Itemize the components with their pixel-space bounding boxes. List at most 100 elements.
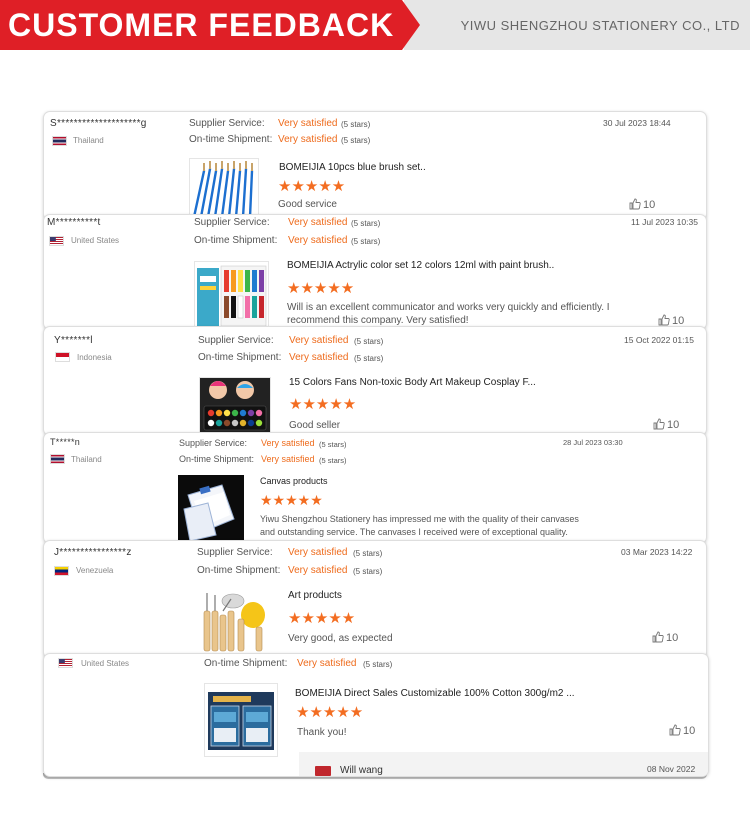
review-card: Y*******l Indonesia Supplier Service: Ve…: [43, 326, 707, 436]
thumbs-up-icon: [658, 314, 670, 326]
product-title[interactable]: BOMEIJIA Direct Sales Customizable 100% …: [295, 688, 575, 699]
venezuela-flag-icon: [54, 566, 69, 576]
header-banner: CUSTOMER FEEDBACK: [0, 0, 420, 50]
thumbs-up-icon: [629, 198, 641, 210]
reply-author: Will wang: [340, 765, 383, 776]
review-date: 03 Mar 2023 14:22: [621, 547, 693, 557]
ontime-shipment-value: Very satisfied: [289, 352, 349, 363]
review-comment: Good seller: [289, 420, 341, 431]
product-title[interactable]: 15 Colors Fans Non-toxic Body Art Makeup…: [289, 377, 536, 388]
rating-stars: ★★★★★: [260, 492, 323, 508]
rating-stars: ★★★★★: [278, 178, 346, 195]
review-date: 15 Oct 2022 01:15: [624, 335, 694, 345]
reviewer-name: S********************g: [50, 118, 147, 129]
ontime-shipment-stars: (5 stars): [341, 136, 371, 145]
supplier-service-label: Supplier Service:: [179, 438, 248, 448]
supplier-service-label: Supplier Service:: [189, 118, 265, 129]
rating-stars: ★★★★★: [288, 610, 356, 627]
supplier-service-stars: (5 stars): [319, 440, 347, 449]
product-image-canvas-boards[interactable]: [178, 475, 244, 541]
review-card: M**********t United States Supplier Serv…: [43, 214, 707, 330]
company-bar: YIWU SHENGZHOU STATIONERY CO., LTD: [404, 0, 750, 50]
product-title[interactable]: BOMEIJIA Actrylic color set 12 colors 12…: [287, 260, 554, 271]
reviewer-name: J****************z: [54, 547, 132, 558]
product-image-watercolor-pads[interactable]: [204, 683, 278, 757]
ontime-shipment-label: On-time Shipment:: [197, 565, 281, 576]
review-comment: Will is an excellent communicator and wo…: [287, 302, 610, 326]
product-image-face-paint-palette[interactable]: [199, 377, 271, 435]
review-card: S********************g Thailand Supplier…: [43, 111, 707, 221]
supplier-service-label: Supplier Service:: [194, 217, 270, 228]
reviewer-name: Y*******l: [54, 335, 93, 346]
supplier-reply: Will wang 08 Nov 2022: [299, 752, 708, 776]
ontime-shipment-stars: (5 stars): [353, 567, 383, 576]
supplier-service-stars: (5 stars): [354, 337, 384, 346]
review-card: T*****n Thailand Supplier Service: Very …: [43, 432, 707, 544]
like-button[interactable]: 10: [652, 631, 678, 644]
ontime-shipment-label: On-time Shipment:: [194, 235, 278, 246]
product-title[interactable]: Art products: [288, 590, 342, 601]
like-button[interactable]: 10: [629, 198, 655, 211]
ontime-shipment-value: Very satisfied: [288, 235, 348, 246]
usa-flag-icon: [49, 236, 64, 246]
supplier-service-stars: (5 stars): [341, 120, 371, 129]
thumbs-up-icon: [652, 631, 664, 643]
reviewer-country: Thailand: [71, 455, 102, 464]
product-image-blue-brushes[interactable]: [189, 158, 259, 218]
review-date: 28 Jul 2023 03:30: [563, 438, 623, 447]
supplier-service-label: Supplier Service:: [198, 335, 274, 346]
thailand-flag-icon: [50, 454, 65, 464]
rating-stars: ★★★★★: [287, 280, 355, 297]
supplier-service-stars: (5 stars): [351, 219, 381, 228]
ontime-shipment-label: On-time Shipment:: [204, 658, 288, 669]
review-comment: Thank you!: [297, 727, 347, 738]
reviewer-country: United States: [81, 659, 130, 668]
thumbs-up-icon: [653, 418, 665, 430]
ontime-shipment-stars: (5 stars): [319, 456, 347, 465]
indonesia-flag-icon: [55, 352, 70, 362]
product-title[interactable]: BOMEIJIA 10pcs blue brush set..: [279, 162, 426, 173]
review-comment: Good service: [278, 199, 337, 210]
ontime-shipment-value: Very satisfied: [278, 134, 338, 145]
review-comment: Very good, as expected: [288, 633, 393, 644]
ontime-shipment-stars: (5 stars): [354, 354, 384, 363]
review-date: 30 Jul 2023 18:44: [603, 118, 671, 128]
rating-stars: ★★★★★: [289, 396, 357, 413]
reviewer-name: T*****n: [50, 437, 81, 447]
like-count: 10: [643, 199, 656, 211]
supplier-service-value: Very satisfied: [261, 438, 315, 448]
like-button[interactable]: 10: [653, 418, 679, 431]
supplier-service-value: Very satisfied: [288, 217, 348, 228]
company-name: YIWU SHENGZHOU STATIONERY CO., LTD: [460, 18, 740, 33]
supplier-service-stars: (5 stars): [353, 549, 383, 558]
usa-flag-icon: [58, 658, 73, 668]
reviewer-country: Venezuela: [76, 566, 114, 575]
supplier-service-value: Very satisfied: [288, 547, 348, 558]
like-count: 10: [667, 419, 680, 431]
review-date: 11 Jul 2023 10:35: [631, 217, 698, 227]
reply-date: 08 Nov 2022: [647, 764, 696, 774]
reviewer-country: United States: [71, 236, 120, 245]
ontime-shipment-value: Very satisfied: [261, 454, 315, 464]
rating-stars: ★★★★★: [296, 704, 364, 721]
reviewer-name: M**********t: [47, 217, 101, 228]
supplier-service-value: Very satisfied: [289, 335, 349, 346]
reviewer-country: Indonesia: [77, 353, 112, 362]
review-card: J****************z Venezuela Supplier Se…: [43, 540, 707, 659]
product-title[interactable]: Canvas products: [260, 476, 328, 486]
reviewer-country: Thailand: [73, 136, 104, 145]
supplier-service-label: Supplier Service:: [197, 547, 273, 558]
supplier-service-value: Very satisfied: [278, 118, 338, 129]
ontime-shipment-label: On-time Shipment:: [189, 134, 273, 145]
like-count: 10: [666, 632, 679, 644]
product-image-clay-tools[interactable]: [201, 591, 271, 653]
ontime-shipment-value: Very satisfied: [297, 658, 357, 669]
supplier-logo-icon: [315, 766, 331, 776]
ontime-shipment-label: On-time Shipment:: [179, 454, 255, 464]
like-button[interactable]: 10: [669, 724, 695, 737]
thailand-flag-icon: [52, 136, 67, 146]
ontime-shipment-value: Very satisfied: [288, 565, 348, 576]
ontime-shipment-stars: (5 stars): [351, 237, 381, 246]
product-image-acrylic-paint-set[interactable]: [194, 261, 269, 329]
like-count: 10: [683, 725, 696, 737]
